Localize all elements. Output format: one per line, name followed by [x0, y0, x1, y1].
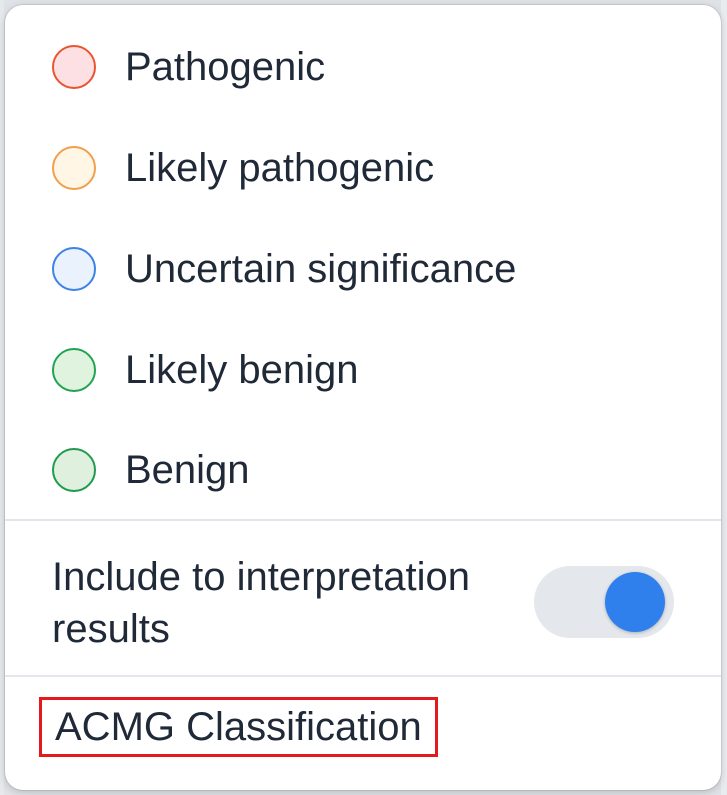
radio-circle-icon: [52, 247, 96, 291]
option-uncertain-significance[interactable]: Uncertain significance: [5, 219, 721, 319]
include-results-toggle[interactable]: [534, 566, 674, 638]
option-label: Likely pathogenic: [125, 146, 435, 190]
option-label: Pathogenic: [125, 45, 326, 89]
radio-circle-icon: [52, 146, 96, 190]
background-edge-right: [721, 0, 727, 795]
radio-circle-icon: [52, 448, 96, 492]
background-edge-left: [0, 0, 4, 795]
option-pathogenic[interactable]: Pathogenic: [5, 17, 721, 117]
classification-popup: Pathogenic Likely pathogenic Uncertain s…: [5, 5, 721, 790]
acmg-classification-button[interactable]: ACMG Classification: [39, 697, 438, 757]
option-benign[interactable]: Benign: [5, 420, 721, 520]
include-results-row: Include to interpretation results: [5, 521, 721, 675]
radio-circle-icon: [52, 348, 96, 392]
option-likely-pathogenic[interactable]: Likely pathogenic: [5, 118, 721, 218]
option-likely-benign[interactable]: Likely benign: [5, 320, 721, 420]
classification-options: Pathogenic Likely pathogenic Uncertain s…: [5, 5, 721, 519]
option-label: Uncertain significance: [125, 247, 517, 291]
acmg-row: ACMG Classification: [5, 677, 721, 790]
include-results-label: Include to interpretation results: [52, 555, 471, 651]
toggle-knob: [605, 572, 665, 632]
option-label: Likely benign: [125, 348, 359, 392]
radio-circle-icon: [52, 45, 96, 89]
option-label: Benign: [125, 448, 250, 492]
